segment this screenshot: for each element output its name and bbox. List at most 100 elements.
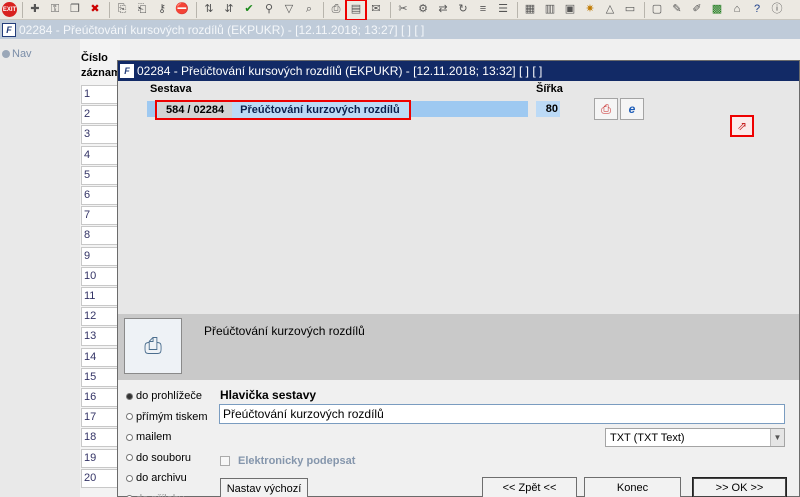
key-icon[interactable]: ⚲ (260, 1, 278, 19)
sort-desc-icon[interactable]: ⇵ (220, 1, 238, 19)
draw-icon[interactable]: ✐ (688, 1, 706, 19)
nav-toggle[interactable]: Nav (2, 48, 32, 60)
chart-icon[interactable]: △ (601, 1, 619, 19)
record-number-column: Číslo záznam 1 2 3 4 5 6 7 8 9 10 11 12 13 14 15 16 17 18… (80, 39, 121, 497)
table-row[interactable]: 4 (81, 145, 119, 165)
table-row[interactable]: 3 (81, 125, 119, 145)
pdf-preview-icon[interactable]: ⎙ (594, 98, 618, 120)
output-option-radio[interactable]: do archivu (126, 472, 187, 484)
format-select[interactable]: TXT (TXT Text) ▼ (605, 428, 785, 447)
printer-export-icon[interactable]: ▤ (345, 0, 367, 21)
table-icon[interactable]: ▦ (521, 1, 539, 19)
search-icon[interactable]: ⌕ (300, 1, 318, 19)
table-row[interactable]: 15 (81, 367, 119, 387)
lock-record-icon[interactable]: ⚷ (153, 1, 171, 19)
print-icon[interactable]: ⎙ (327, 1, 345, 19)
esign-label: Elektronicky podepsat (238, 455, 356, 467)
filter-icon[interactable]: ▽ (280, 1, 298, 19)
table-row[interactable]: 6 (81, 186, 119, 205)
output-option-label: přímým tiskem (136, 410, 208, 423)
report-header-input[interactable] (219, 404, 785, 424)
radio-dot[interactable] (126, 454, 133, 461)
radio-dot[interactable] (126, 392, 133, 400)
exit-icon[interactable]: EXIT (2, 2, 17, 17)
browser-preview-icon[interactable]: e (620, 98, 644, 120)
table-row[interactable]: 5 (81, 165, 119, 185)
toolbar-separator (196, 1, 197, 18)
cut-icon[interactable]: ✂ (394, 1, 412, 19)
app-logo-icon: F (2, 22, 16, 37)
table-row[interactable]: 8 (81, 226, 119, 246)
table-row[interactable]: 2 (81, 105, 119, 125)
toolbar-separator (517, 1, 518, 18)
report-width: 80 (536, 101, 560, 117)
report-name: Přeúčtování kurzových rozdílů (240, 104, 400, 116)
tools-icon[interactable]: ⚙ (414, 1, 432, 19)
main-window-titlebar: F 02284 - Přeúčtování kursových rozdílů … (0, 20, 800, 39)
radio-dot[interactable] (126, 433, 133, 441)
help-icon[interactable]: ⌂ (728, 1, 746, 19)
table-row[interactable]: 16 (81, 388, 119, 407)
help-question-icon[interactable]: ? (748, 1, 766, 19)
lock-icon[interactable]: ⚿ (46, 1, 64, 19)
radio-dot[interactable] (126, 413, 133, 420)
esign-checkbox[interactable]: Elektronicky podepsat (220, 455, 355, 467)
refresh-icon[interactable]: ↻ (454, 1, 472, 19)
chevron-down-icon[interactable]: ▼ (770, 429, 784, 446)
document-icon[interactable]: ▢ (648, 1, 666, 19)
checkmark-icon[interactable]: ✔ (240, 1, 258, 19)
delete-icon[interactable]: ✖ (86, 1, 104, 19)
calendar-icon[interactable]: ▣ (561, 1, 579, 19)
table-row[interactable]: 14 (81, 347, 119, 367)
table-row[interactable]: 19 (81, 448, 119, 468)
send-icon[interactable]: ✉ (367, 1, 385, 19)
left-nav-panel: Nav (0, 39, 80, 497)
sun-icon[interactable]: ✷ (581, 1, 599, 19)
output-option-radio[interactable]: do souboru (126, 452, 191, 464)
printer-question-icon[interactable]: ⎙ (124, 318, 182, 374)
grid-icon[interactable]: ▥ (541, 1, 559, 19)
output-option-label: do prohlížeče (136, 390, 203, 402)
table-row[interactable]: 13 (81, 327, 119, 347)
output-option-radio[interactable]: přímým tiskem (126, 411, 208, 423)
output-option-radio[interactable]: mailem (126, 431, 171, 443)
report-icon[interactable]: ▭ (621, 1, 639, 19)
info-icon[interactable]: ⓘ (768, 1, 786, 19)
table-row[interactable]: 1 (81, 85, 119, 104)
back-button[interactable]: << Zpět << (482, 477, 577, 497)
table-row[interactable]: 20 (81, 468, 119, 488)
sort-icon[interactable]: ⇅ (200, 1, 218, 19)
arrows-icon[interactable]: ⇄ (434, 1, 452, 19)
outline-icon[interactable]: ☰ (494, 1, 512, 19)
export-report-icon[interactable]: ⇗ (730, 115, 754, 137)
set-default-button[interactable]: Nastav výchozí (220, 478, 308, 497)
unlock-icon[interactable]: ⛔ (173, 1, 191, 19)
table-row[interactable]: 7 (81, 206, 119, 226)
list-icon[interactable]: ≡ (474, 1, 492, 19)
checkbox-box[interactable] (220, 456, 230, 466)
excel-icon[interactable]: ▩ (708, 1, 726, 19)
add-record-icon[interactable]: ✚ (26, 1, 44, 19)
table-row[interactable]: 11 (81, 287, 119, 306)
output-option-radio[interactable]: do prohlížeče (126, 390, 202, 402)
paste-icon[interactable]: ⎗ (133, 1, 151, 19)
radio-dot[interactable] (126, 474, 133, 482)
table-row[interactable]: 9 (81, 246, 119, 266)
table-row[interactable]: 12 (81, 307, 119, 327)
table-row[interactable]: 18 (81, 428, 119, 448)
dialog-title: 02284 - Přeúčtování kursových rozdílů (E… (137, 64, 543, 78)
format-select-value: TXT (TXT Text) (610, 431, 685, 444)
output-option-label: mailem (136, 431, 172, 443)
output-option-label: do souboru (136, 451, 192, 464)
ok-button[interactable]: >> OK >> (692, 477, 787, 497)
copy-icon[interactable]: ❐ (66, 1, 84, 19)
end-button[interactable]: Konec (584, 477, 681, 497)
copy-row-icon[interactable]: ⎘ (113, 1, 131, 19)
table-row[interactable]: 10 (81, 266, 119, 286)
table-row[interactable]: 17 (81, 408, 119, 428)
selected-report-row[interactable]: 584 / 02284 Přeúčtování kurzových rozdíl… (155, 100, 411, 120)
output-option-radio: do přílohy (126, 493, 184, 497)
edit-icon[interactable]: ✎ (668, 1, 686, 19)
print-dialog: F 02284 - Přeúčtování kursových rozdílů … (117, 60, 800, 497)
toolbar-separator (644, 1, 645, 18)
